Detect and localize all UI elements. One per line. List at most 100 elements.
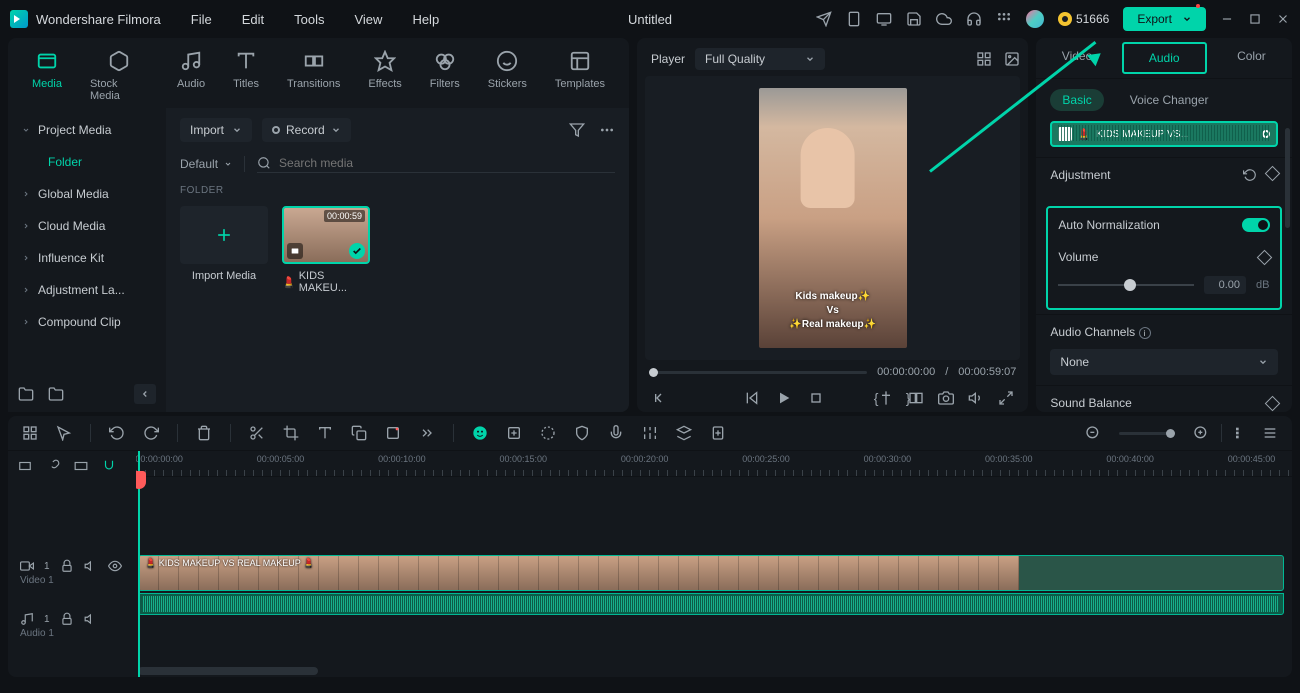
headphones-icon[interactable] — [966, 11, 982, 27]
folder-icon[interactable] — [48, 386, 64, 402]
close-icon[interactable] — [1276, 12, 1290, 26]
zoom-out-icon[interactable] — [1085, 425, 1101, 441]
media-clip[interactable]: 00:00:59 💄KIDS MAKEU... — [282, 206, 370, 294]
volume-value[interactable]: 0.00 — [1204, 276, 1246, 294]
sidebar-cloud-media[interactable]: Cloud Media — [8, 210, 166, 242]
track-opt2-icon[interactable] — [46, 459, 60, 473]
step-back-icon[interactable] — [744, 390, 760, 406]
sidebar-compound-clip[interactable]: Compound Clip — [8, 306, 166, 338]
tab-filters[interactable]: Filters — [430, 50, 460, 102]
copy-icon[interactable] — [351, 425, 367, 441]
sort-default[interactable]: Default — [180, 157, 232, 171]
layers-icon[interactable] — [676, 425, 692, 441]
sidebar-influence-kit[interactable]: Influence Kit — [8, 242, 166, 274]
split-icon[interactable] — [249, 425, 265, 441]
h-scrollbar[interactable] — [138, 667, 318, 675]
image-icon[interactable] — [1004, 51, 1020, 67]
tab-titles[interactable]: Titles — [233, 50, 259, 102]
fullscreen-icon[interactable] — [998, 390, 1014, 406]
seek-bar[interactable] — [649, 371, 867, 374]
crop-icon[interactable] — [283, 425, 299, 441]
zoom-slider[interactable] — [1119, 432, 1175, 435]
ai-icon[interactable] — [472, 425, 488, 441]
ai-tools-icon[interactable] — [506, 425, 522, 441]
menu-edit[interactable]: Edit — [242, 12, 264, 27]
cloud-icon[interactable] — [936, 11, 952, 27]
apps-icon[interactable] — [996, 11, 1012, 27]
send-icon[interactable] — [816, 11, 832, 27]
sidebar-project-media[interactable]: Project Media — [8, 114, 166, 146]
stop-icon[interactable] — [808, 390, 824, 406]
search-input[interactable] — [279, 156, 615, 170]
track-magnet-icon[interactable] — [102, 459, 116, 473]
delete-icon[interactable] — [196, 425, 212, 441]
mute-icon[interactable] — [84, 612, 98, 626]
track-opt1-icon[interactable] — [18, 459, 32, 473]
avatar[interactable] — [1026, 10, 1044, 28]
grid-icon[interactable] — [976, 51, 992, 67]
minimize-icon[interactable] — [1220, 12, 1234, 26]
keyframe-icon[interactable] — [1265, 166, 1281, 182]
marker-icon[interactable] — [878, 390, 894, 406]
tab-audio[interactable]: Audio — [177, 50, 205, 102]
device-icon[interactable] — [846, 11, 862, 27]
menu-file[interactable]: File — [191, 12, 212, 27]
scrollbar[interactable] — [1285, 128, 1290, 228]
tab-stickers[interactable]: Stickers — [488, 50, 527, 102]
group-icon[interactable] — [385, 425, 401, 441]
grid-options-icon[interactable] — [22, 425, 38, 441]
maximize-icon[interactable] — [1248, 12, 1262, 26]
auto-normalization-toggle[interactable] — [1242, 218, 1270, 232]
tab-effects[interactable]: Effects — [368, 50, 401, 102]
dashed-circle-icon[interactable] — [540, 425, 556, 441]
lock-icon[interactable] — [60, 612, 74, 626]
cursor-icon[interactable] — [56, 425, 72, 441]
redo-icon[interactable] — [143, 425, 159, 441]
import-media-tile[interactable]: Import Media — [180, 206, 268, 294]
snapshot-icon[interactable] — [938, 390, 954, 406]
prop-tab-video[interactable]: Video — [1036, 38, 1117, 78]
more-icon[interactable] — [599, 122, 615, 138]
info-icon[interactable]: i — [1139, 327, 1151, 339]
keyframe-icon[interactable] — [1257, 249, 1273, 265]
mic-icon[interactable] — [608, 425, 624, 441]
record-dropdown[interactable]: Record — [262, 118, 351, 142]
tab-transitions[interactable]: Transitions — [287, 50, 340, 102]
prev-frame-icon[interactable] — [651, 390, 667, 406]
list-view-icon[interactable] — [1234, 425, 1250, 441]
filter-icon[interactable] — [569, 122, 585, 138]
video-track-header[interactable]: 1 Video 1 — [14, 555, 130, 590]
collapse-sidebar[interactable] — [134, 384, 156, 404]
tab-media[interactable]: Media — [32, 50, 62, 102]
eye-icon[interactable] — [108, 559, 122, 573]
volume-slider[interactable] — [1058, 284, 1194, 286]
subtab-basic[interactable]: Basic — [1050, 89, 1103, 111]
playhead[interactable] — [138, 451, 140, 677]
tab-templates[interactable]: Templates — [555, 50, 605, 102]
more-tools-icon[interactable] — [419, 425, 435, 441]
title-icon[interactable] — [317, 425, 333, 441]
shield-icon[interactable] — [574, 425, 590, 441]
folder-add-icon[interactable] — [18, 386, 34, 402]
volume-icon[interactable] — [968, 390, 984, 406]
prop-tab-color[interactable]: Color — [1211, 38, 1292, 78]
settings-icon[interactable] — [1262, 425, 1278, 441]
menu-help[interactable]: Help — [412, 12, 439, 27]
sliders-icon[interactable] — [642, 425, 658, 441]
time-ruler[interactable]: 00:00:00:00 00:00:05:00 00:00:10:00 00:0… — [136, 451, 1292, 477]
import-dropdown[interactable]: Import — [180, 118, 252, 142]
quality-dropdown[interactable]: Full Quality — [695, 48, 825, 70]
undo-icon[interactable] — [109, 425, 125, 441]
monitor-icon[interactable] — [876, 11, 892, 27]
save-icon[interactable] — [906, 11, 922, 27]
zoom-in-icon[interactable] — [1193, 425, 1209, 441]
prop-tab-audio[interactable]: Audio — [1122, 42, 1207, 74]
keyframe-icon[interactable] — [1265, 395, 1281, 411]
audio-clip-preview[interactable]: 💄 KIDS MAKEUP VS... — [1050, 121, 1278, 147]
track-opt3-icon[interactable] — [74, 459, 88, 473]
export-button[interactable]: Export — [1123, 7, 1206, 31]
video-clip[interactable]: 💄 KIDS MAKEUP VS REAL MAKEUP 💄 — [138, 555, 1284, 591]
timeline-tracks[interactable]: 00:00:00:00 00:00:05:00 00:00:10:00 00:0… — [136, 451, 1292, 677]
audio-clip[interactable] — [138, 593, 1284, 615]
lock-icon[interactable] — [60, 559, 74, 573]
